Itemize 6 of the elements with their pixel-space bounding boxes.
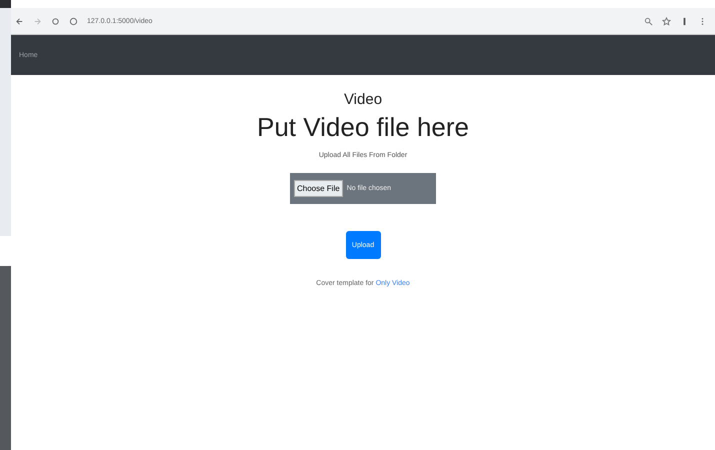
choose-file-button[interactable]: Choose File <box>294 180 343 197</box>
star-icon[interactable] <box>662 16 671 26</box>
page-title: Put Video file here <box>257 112 469 143</box>
page-heading: Video <box>344 91 382 108</box>
back-icon[interactable] <box>15 16 24 26</box>
zoom-icon[interactable] <box>644 16 653 26</box>
